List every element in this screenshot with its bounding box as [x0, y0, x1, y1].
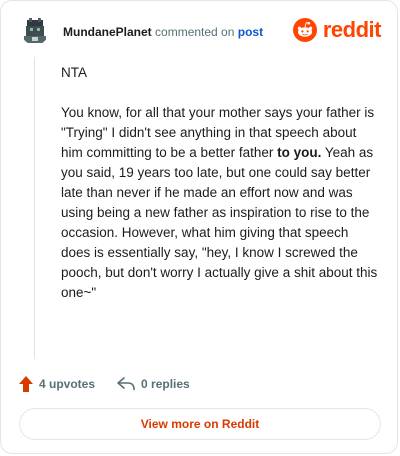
comment-actions: 4 upvotes 0 replies	[19, 373, 190, 395]
comment-text-segment: Yeah as you said, 19 years too late, but…	[61, 145, 378, 300]
comment-header: MundanePlanet commented on post reddit	[21, 17, 382, 51]
comment-paragraph-2: You know, for all that your mother says …	[61, 103, 381, 303]
post-link[interactable]: post	[238, 25, 263, 39]
reddit-snoo-icon	[292, 18, 317, 42]
avatar[interactable]	[21, 17, 49, 45]
thread-line	[34, 57, 35, 359]
upvote-button[interactable]: 4 upvotes	[19, 376, 95, 392]
commented-on-text: commented on	[155, 25, 235, 39]
comment-bold-text: to you.	[277, 145, 322, 160]
reply-arrow-icon	[117, 377, 135, 391]
comment-body: NTA You know, for all that your mother s…	[61, 63, 381, 323]
reply-button[interactable]: 0 replies	[117, 377, 190, 391]
comment-paragraph-1: NTA	[61, 65, 87, 80]
view-more-button[interactable]: View more on Reddit	[19, 408, 381, 440]
upvote-arrow-icon	[19, 376, 33, 392]
avatar-image	[21, 17, 49, 45]
reply-count: 0 replies	[141, 377, 190, 391]
reddit-comment-embed: MundanePlanet commented on post reddit N…	[0, 0, 398, 454]
reddit-wordmark: reddit	[322, 17, 382, 42]
comment-meta: MundanePlanet commented on post	[63, 25, 263, 39]
upvote-count: 4 upvotes	[39, 377, 96, 391]
username-link[interactable]: MundanePlanet	[63, 25, 152, 39]
reddit-logo[interactable]: reddit	[292, 17, 382, 43]
